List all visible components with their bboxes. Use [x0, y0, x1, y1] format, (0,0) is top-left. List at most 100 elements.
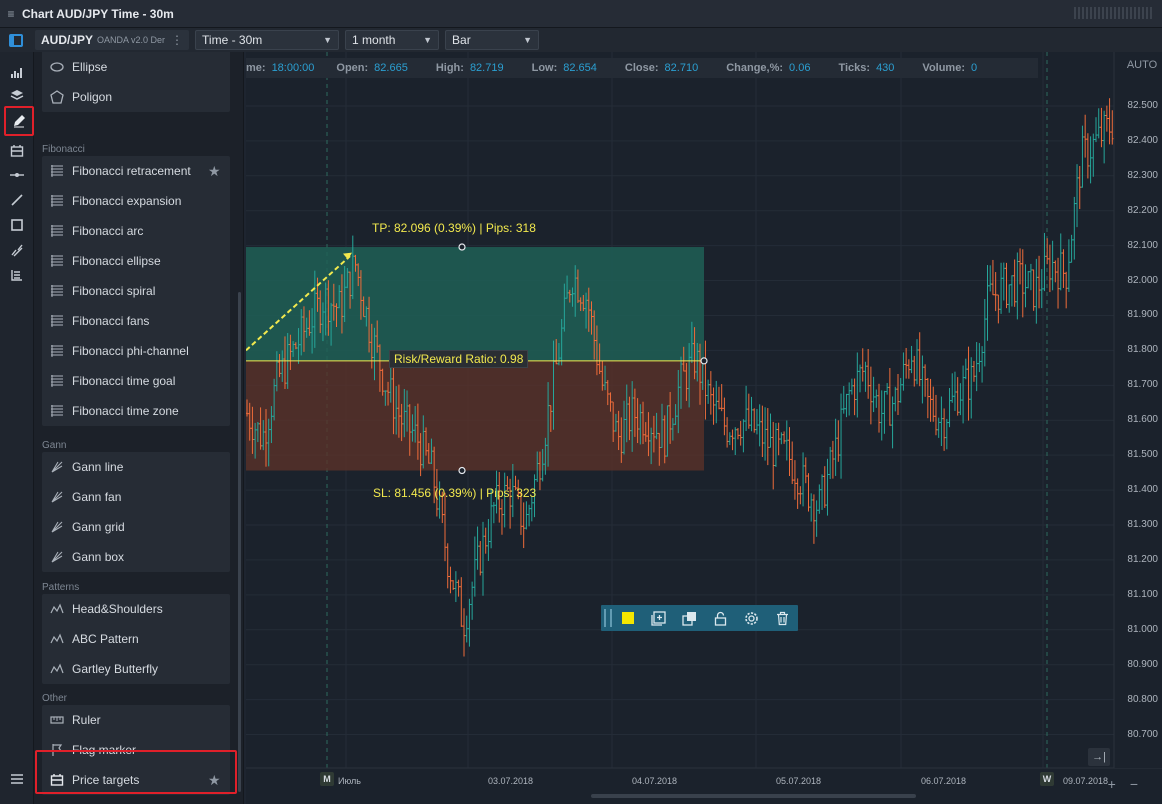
tool-item-abc-pattern[interactable]: ABC Pattern: [42, 624, 230, 654]
list-icon[interactable]: [10, 772, 24, 789]
panel-toggle-button[interactable]: [5, 30, 27, 50]
rectangle-icon[interactable]: [6, 214, 28, 236]
symbol-menu-icon[interactable]: ⋮: [171, 33, 183, 47]
section-label-gann: Gann: [42, 440, 67, 451]
chart-type-select[interactable]: Bar ▼: [445, 30, 540, 50]
info-close-label: Close:: [624, 62, 659, 74]
app-window: ≡ Chart AUD/JPY Time - 30m AUD/JPY OANDA…: [0, 0, 1162, 804]
tool-item-fib-spiral[interactable]: Fibonacci spiral: [42, 276, 230, 306]
fib-time-goal-icon: [48, 374, 66, 388]
info-ticks-label: Ticks:: [838, 62, 871, 74]
time-tick-label: 09.07.2018: [1063, 776, 1109, 786]
tool-item-gann-box[interactable]: Gann box: [42, 542, 230, 572]
auto-scale-button[interactable]: AUTO: [1122, 56, 1162, 74]
tool-item-label: Gann grid: [72, 520, 125, 534]
favorite-star-icon[interactable]: ★: [208, 773, 222, 787]
horizontal-line-icon[interactable]: [6, 164, 28, 186]
scroll-to-latest-button[interactable]: →|: [1088, 748, 1110, 766]
price-tick-label: 82.000: [1127, 274, 1158, 286]
tool-item-label: Fibonacci spiral: [72, 284, 156, 298]
tool-item-label: Gann box: [72, 550, 125, 564]
tool-item-fib-ellipse[interactable]: Fibonacci ellipse: [42, 246, 230, 276]
chart-plot-area[interactable]: [246, 52, 1162, 804]
price-chart[interactable]: me: 18:00:00 Open: 82.665 High: 82.719 Low:…: [246, 52, 1162, 804]
month-marker[interactable]: M: [320, 772, 334, 786]
drag-handle[interactable]: [604, 609, 612, 627]
tool-item-fib-phi-channel[interactable]: Fibonacci phi-channel: [42, 336, 230, 366]
tool-item-gann-fan[interactable]: Gann fan: [42, 482, 230, 512]
window-menu-icon[interactable]: ≡: [0, 7, 22, 21]
risk-reward-label: Risk/Reward Ratio: 0.98: [389, 350, 529, 368]
stop-loss-label: SL: 81.456 (0.39%) | Pips: 323: [373, 486, 537, 500]
tool-item-fib-expansion[interactable]: Fibonacci expansion: [42, 186, 230, 216]
gartley-butterfly-icon: [48, 662, 66, 676]
period-select[interactable]: 1 month ▼: [345, 30, 440, 50]
favorite-star-icon[interactable]: ★: [208, 164, 222, 178]
price-targets-icon: [48, 773, 66, 787]
fibonacci-icon[interactable]: [6, 239, 28, 261]
tool-item-label: Gann fan: [72, 490, 122, 504]
symbol-name: AUD/JPY: [41, 33, 94, 47]
tool-item-label: Fibonacci arc: [72, 224, 144, 238]
info-close-value: 82.710: [664, 62, 699, 74]
tool-item-fib-time-zone[interactable]: Fibonacci time zone: [42, 396, 230, 426]
fib-expansion-icon: [48, 194, 66, 208]
trend-line-icon[interactable]: [6, 189, 28, 211]
flag-icon: [48, 743, 66, 757]
tool-item-ruler[interactable]: Ruler: [42, 705, 230, 735]
info-volume-label: Volume:: [922, 62, 965, 74]
tool-item-polygon[interactable]: Poligon: [42, 82, 230, 112]
horizontal-scrollbar[interactable]: [591, 794, 916, 798]
price-tick-label: 80.900: [1127, 658, 1158, 670]
tool-item-label: Gartley Butterfly: [72, 662, 159, 676]
symbol-selector[interactable]: AUD/JPY OANDA v2.0 Der ⋮: [35, 30, 190, 50]
fib-time-zone-icon: [48, 404, 66, 418]
tool-item-ellipse[interactable]: Ellipse: [42, 52, 230, 82]
drag-handle-point: [700, 357, 708, 365]
trash-icon[interactable]: [767, 605, 798, 631]
time-tick-label: 06.07.2018: [921, 776, 967, 786]
tool-item-gartley-butterfly[interactable]: Gartley Butterfly: [42, 654, 230, 684]
drawing-tools-panel: Ellipse Poligon Fibonacci Fibonacci retrace…: [34, 52, 244, 804]
title-bar: ≡ Chart AUD/JPY Time - 30m: [0, 0, 1162, 28]
gann-fan-icon: [48, 490, 66, 504]
price-tick-label: 81.300: [1127, 519, 1158, 530]
tool-group-fibonacci: Fibonacci retracement ★ Fibonacci expansio…: [42, 156, 230, 426]
color-swatch-icon[interactable]: [612, 605, 643, 631]
tool-group-patterns: Head&Shoulders ABC Pattern Gartley Butterf…: [42, 594, 230, 684]
chevron-down-icon: ▼: [423, 35, 433, 45]
price-targets-icon[interactable]: [6, 140, 28, 162]
add-icon[interactable]: [643, 605, 674, 631]
lock-icon[interactable]: [705, 605, 736, 631]
settings-icon[interactable]: [736, 605, 767, 631]
info-time-label: me:: [246, 62, 266, 74]
pencil-icon[interactable]: [4, 106, 34, 136]
tool-item-gann-line[interactable]: Gann line: [42, 452, 230, 482]
tool-item-fib-arc[interactable]: Fibonacci arc: [42, 216, 230, 246]
tool-group-shapes: Ellipse Poligon: [42, 52, 230, 112]
bar-chart-icon[interactable]: [6, 62, 28, 84]
time-tick-label: Июль: [338, 776, 361, 786]
time-tick-label: 05.07.2018: [776, 776, 822, 786]
gann-icon[interactable]: [6, 264, 28, 286]
tool-item-fib-fans[interactable]: Fibonacci fans: [42, 306, 230, 336]
zoom-controls[interactable]: +−: [1108, 776, 1152, 792]
duplicate-icon[interactable]: [674, 605, 705, 631]
layers-icon[interactable]: [6, 84, 28, 106]
chart-type-value: Bar: [452, 33, 471, 47]
window-drag-handle[interactable]: [1074, 7, 1154, 19]
chevron-down-icon: ▼: [523, 35, 533, 45]
panel-scrollbar[interactable]: [238, 292, 241, 792]
timeframe-select[interactable]: Time - 30m ▼: [195, 30, 340, 50]
tool-item-head-shoulders[interactable]: Head&Shoulders: [42, 594, 230, 624]
tool-item-gann-grid[interactable]: Gann grid: [42, 512, 230, 542]
take-profit-label: TP: 82.096 (0.39%) | Pips: 318: [372, 221, 536, 235]
tool-item-fib-retracement[interactable]: Fibonacci retracement ★: [42, 156, 230, 186]
drag-handle-point: [458, 466, 466, 475]
tool-item-fib-time-goal[interactable]: Fibonacci time goal: [42, 366, 230, 396]
price-tick-label: 82.500: [1127, 99, 1158, 111]
ohlc-info-bar: me: 18:00:00 Open: 82.665 High: 82.719 Low:…: [246, 58, 1038, 78]
week-marker[interactable]: W: [1040, 772, 1054, 786]
tool-item-price-targets[interactable]: Price targets ★: [42, 765, 230, 795]
tool-item-flag[interactable]: Flag marker: [42, 735, 230, 765]
